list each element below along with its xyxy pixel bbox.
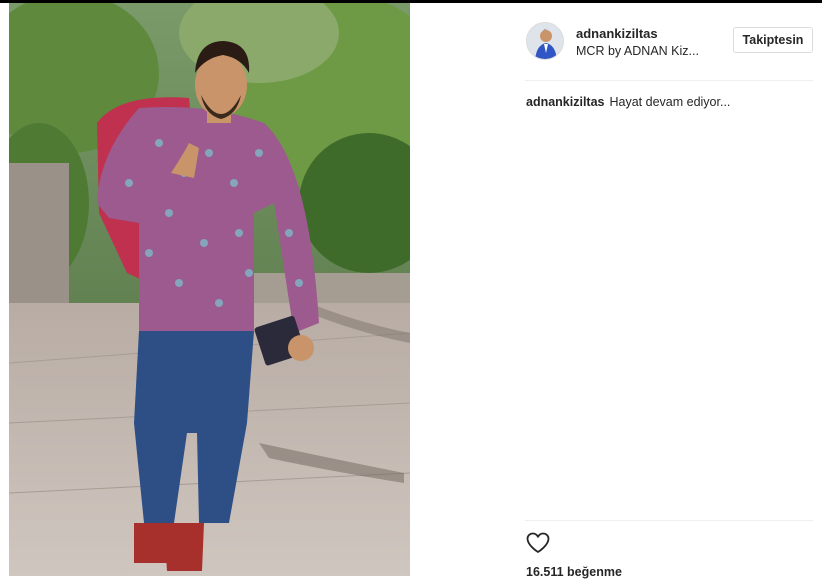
- caption-username[interactable]: adnankiziltas: [526, 95, 605, 109]
- divider: [525, 520, 813, 521]
- author-username[interactable]: adnankiziltas: [576, 26, 658, 41]
- avatar[interactable]: [526, 22, 564, 60]
- post-photo: [9, 3, 410, 576]
- following-button[interactable]: Takiptesin: [733, 27, 813, 53]
- heart-outline-icon: [525, 530, 551, 556]
- like-button[interactable]: [525, 530, 551, 556]
- likes-count[interactable]: 16.511 beğenme: [526, 565, 622, 579]
- caption-text: Hayat devam ediyor...: [609, 95, 731, 109]
- post-sidebar: adnankiziltas MCR by ADNAN Kiz... Takipt…: [525, 3, 813, 579]
- post-header: adnankiziltas MCR by ADNAN Kiz... Takipt…: [525, 19, 813, 69]
- post-caption: adnankiziltas Hayat devam ediyor...: [526, 95, 730, 109]
- divider: [525, 80, 813, 81]
- post-location[interactable]: MCR by ADNAN Kiz...: [576, 44, 716, 58]
